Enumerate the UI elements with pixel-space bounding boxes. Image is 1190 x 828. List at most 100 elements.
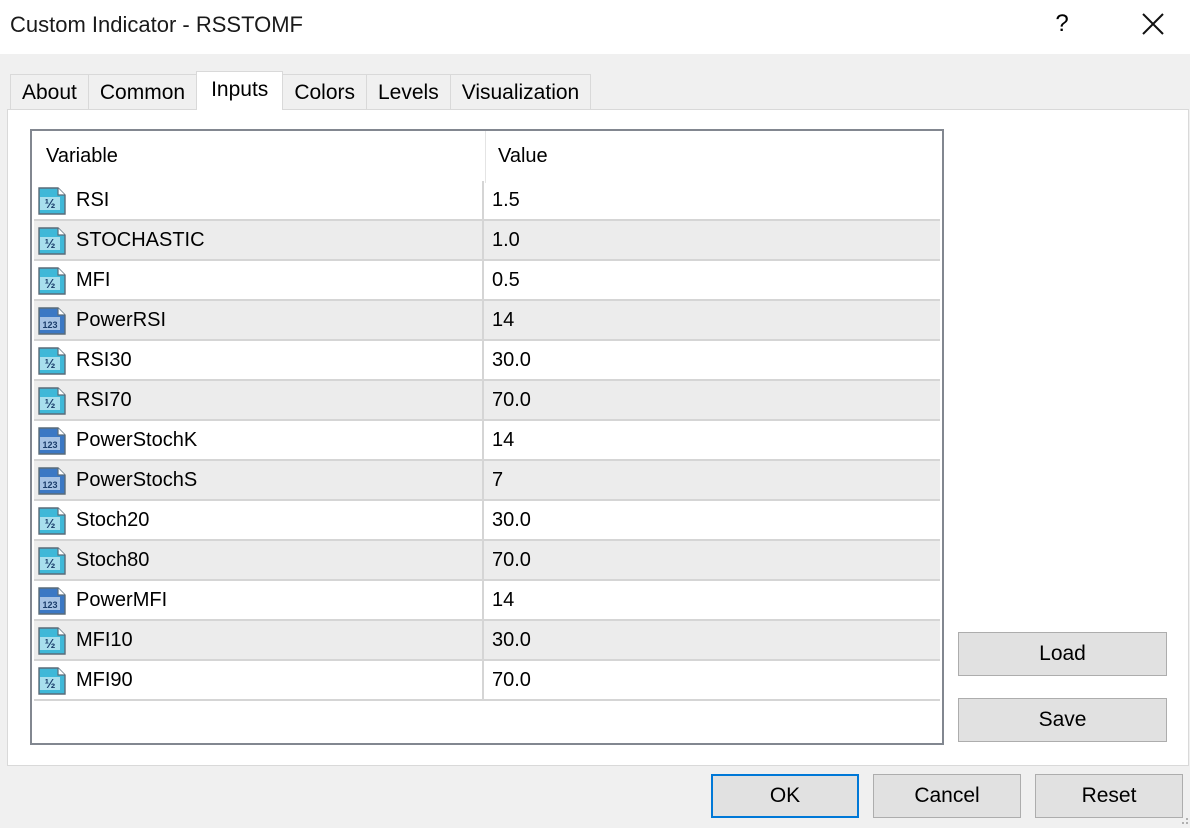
integer-type-icon: 123 <box>38 427 66 455</box>
cell-divider <box>482 501 484 541</box>
column-header-variable[interactable]: Variable <box>46 145 118 168</box>
cell-divider <box>482 381 484 421</box>
tab-common[interactable]: Common <box>87 74 198 110</box>
svg-text:½: ½ <box>45 356 56 371</box>
svg-text:½: ½ <box>45 676 56 691</box>
tab-about[interactable]: About <box>10 74 89 110</box>
svg-text:½: ½ <box>45 636 56 651</box>
variable-name: RSI30 <box>76 349 132 371</box>
tab-levels[interactable]: Levels <box>366 74 451 110</box>
table-row[interactable]: ½ RSI30 30.0 <box>34 341 940 381</box>
variable-value[interactable]: 14 <box>492 589 514 612</box>
double-type-icon: ½ <box>38 547 66 575</box>
close-button[interactable] <box>1134 8 1172 42</box>
variable-name: Stoch80 <box>76 549 150 571</box>
help-button[interactable]: ? <box>1044 4 1080 46</box>
svg-text:½: ½ <box>45 556 56 571</box>
double-type-icon: ½ <box>38 507 66 535</box>
variable-name: PowerRSI <box>76 309 167 331</box>
variable-value[interactable]: 14 <box>492 309 514 332</box>
variable-name: STOCHASTIC <box>76 229 205 251</box>
variable-value[interactable]: 30.0 <box>492 629 531 652</box>
cell-divider <box>482 181 484 221</box>
save-button[interactable]: Save <box>958 698 1167 742</box>
svg-text:123: 123 <box>42 440 57 450</box>
variable-name: MFI90 <box>76 669 133 691</box>
cell-divider <box>482 421 484 461</box>
cell-divider <box>482 581 484 621</box>
table-row[interactable]: ½ Stoch20 30.0 <box>34 501 940 541</box>
cancel-button[interactable]: Cancel <box>873 774 1021 818</box>
column-header-value[interactable]: Value <box>498 145 548 168</box>
variable-name: PowerStochS <box>76 469 198 491</box>
variable-value[interactable]: 70.0 <box>492 669 531 692</box>
grid-header: Variable Value <box>32 131 942 183</box>
table-row[interactable]: ½ STOCHASTIC 1.0 <box>34 221 940 261</box>
svg-text:123: 123 <box>42 600 57 610</box>
svg-text:123: 123 <box>42 320 57 330</box>
reset-button[interactable]: Reset <box>1035 774 1183 818</box>
integer-type-icon: 123 <box>38 587 66 615</box>
svg-text:½: ½ <box>45 196 56 211</box>
table-row[interactable]: ½ Stoch80 70.0 <box>34 541 940 581</box>
cell-divider <box>482 461 484 501</box>
table-row[interactable]: ½ RSI70 70.0 <box>34 381 940 421</box>
svg-text:½: ½ <box>45 276 56 291</box>
window-title: Custom Indicator - RSSTOMF <box>10 12 303 37</box>
resize-grip-icon[interactable] <box>1180 816 1190 828</box>
table-row[interactable]: ½ MFI90 70.0 <box>34 661 940 701</box>
cell-divider <box>482 301 484 341</box>
variable-value[interactable]: 0.5 <box>492 269 520 292</box>
integer-type-icon: 123 <box>38 307 66 335</box>
tab-colors[interactable]: Colors <box>282 74 367 110</box>
double-type-icon: ½ <box>38 187 66 215</box>
double-type-icon: ½ <box>38 347 66 375</box>
double-type-icon: ½ <box>38 667 66 695</box>
variable-value[interactable]: 30.0 <box>492 509 531 532</box>
table-row[interactable]: 123 PowerStochK 14 <box>34 421 940 461</box>
table-row[interactable]: ½ MFI10 30.0 <box>34 621 940 661</box>
double-type-icon: ½ <box>38 227 66 255</box>
tab-inputs[interactable]: Inputs <box>196 71 284 110</box>
title-bar: Custom Indicator - RSSTOMF ? <box>0 0 1190 54</box>
svg-text:½: ½ <box>45 516 56 531</box>
variable-value[interactable]: 1.5 <box>492 189 520 212</box>
variable-value[interactable]: 70.0 <box>492 389 531 412</box>
double-type-icon: ½ <box>38 627 66 655</box>
cell-divider <box>482 621 484 661</box>
close-icon <box>1142 13 1164 35</box>
variable-name: MFI <box>76 269 111 291</box>
variable-value[interactable]: 7 <box>492 469 503 492</box>
cell-divider <box>482 221 484 261</box>
variable-value[interactable]: 70.0 <box>492 549 531 572</box>
variable-value[interactable]: 1.0 <box>492 229 520 252</box>
variable-name: Stoch20 <box>76 509 150 531</box>
table-row[interactable]: 123 PowerRSI 14 <box>34 301 940 341</box>
column-divider[interactable] <box>485 131 486 183</box>
cell-divider <box>482 661 484 701</box>
double-type-icon: ½ <box>38 267 66 295</box>
ok-button[interactable]: OK <box>711 774 859 818</box>
cell-divider <box>482 261 484 301</box>
tab-strip: About Common Inputs Colors Levels Visual… <box>10 71 592 110</box>
variable-name: PowerStochK <box>76 429 198 451</box>
variable-value[interactable]: 14 <box>492 429 514 452</box>
table-row[interactable]: 123 PowerMFI 14 <box>34 581 940 621</box>
table-row[interactable]: 123 PowerStochS 7 <box>34 461 940 501</box>
variable-value[interactable]: 30.0 <box>492 349 531 372</box>
cell-divider <box>482 541 484 581</box>
variable-name: RSI70 <box>76 389 132 411</box>
tab-visualization[interactable]: Visualization <box>449 74 592 110</box>
table-row[interactable]: ½ MFI 0.5 <box>34 261 940 301</box>
inputs-grid[interactable]: Variable Value ½ RSI 1.5 ½ STOCHASTIC 1.0 ½ MFI… <box>30 129 944 745</box>
variable-name: RSI <box>76 189 110 211</box>
svg-text:½: ½ <box>45 396 56 411</box>
variable-name: PowerMFI <box>76 589 168 611</box>
svg-text:½: ½ <box>45 236 56 251</box>
load-button[interactable]: Load <box>958 632 1167 676</box>
integer-type-icon: 123 <box>38 467 66 495</box>
svg-text:123: 123 <box>42 480 57 490</box>
cell-divider <box>482 341 484 381</box>
variable-name: MFI10 <box>76 629 133 651</box>
table-row[interactable]: ½ RSI 1.5 <box>34 181 940 221</box>
